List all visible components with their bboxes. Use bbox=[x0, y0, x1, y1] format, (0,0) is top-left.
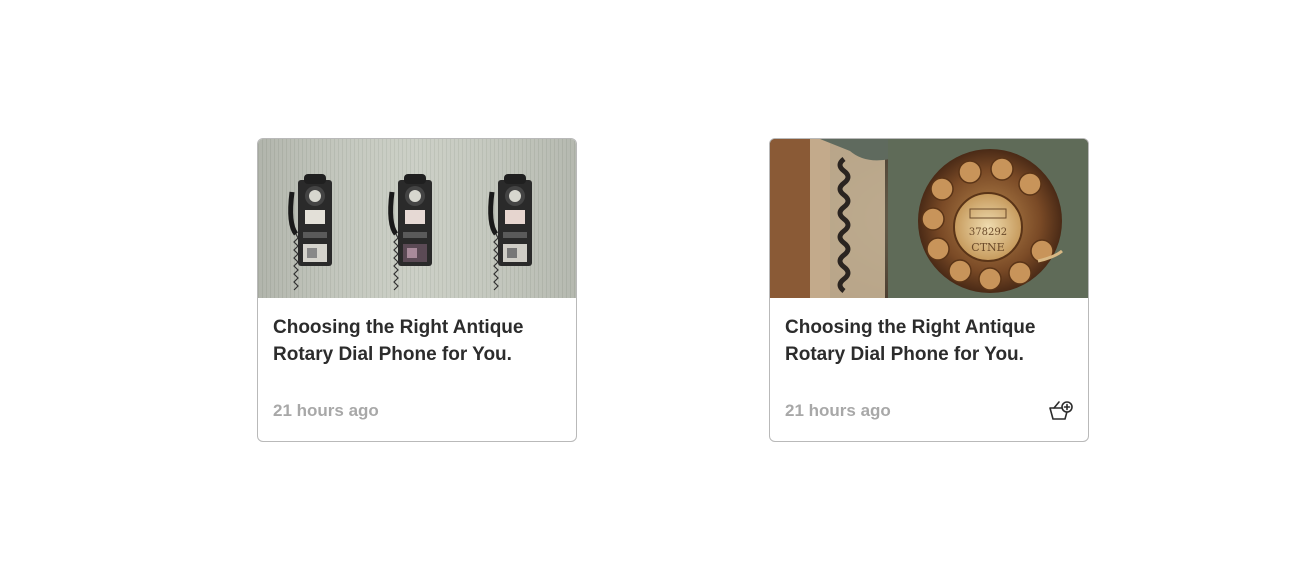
add-to-basket-button[interactable] bbox=[1047, 399, 1075, 425]
svg-text:378292: 378292 bbox=[969, 227, 1007, 238]
article-card[interactable]: 378292 CTNE Choosing the Right Antique R… bbox=[769, 138, 1089, 442]
article-card[interactable]: Choosing the Right Antique Rotary Dial P… bbox=[257, 138, 577, 442]
article-image-payphones bbox=[258, 139, 576, 298]
article-title[interactable]: Choosing the Right Antique Rotary Dial P… bbox=[273, 314, 565, 368]
article-image-rotary-dial: 378292 CTNE bbox=[770, 139, 1088, 298]
article-title[interactable]: Choosing the Right Antique Rotary Dial P… bbox=[785, 314, 1077, 368]
basket-add-icon bbox=[1048, 399, 1074, 426]
article-timestamp: 21 hours ago bbox=[785, 401, 891, 420]
svg-text:CTNE: CTNE bbox=[971, 241, 1004, 254]
article-timestamp: 21 hours ago bbox=[273, 401, 379, 420]
